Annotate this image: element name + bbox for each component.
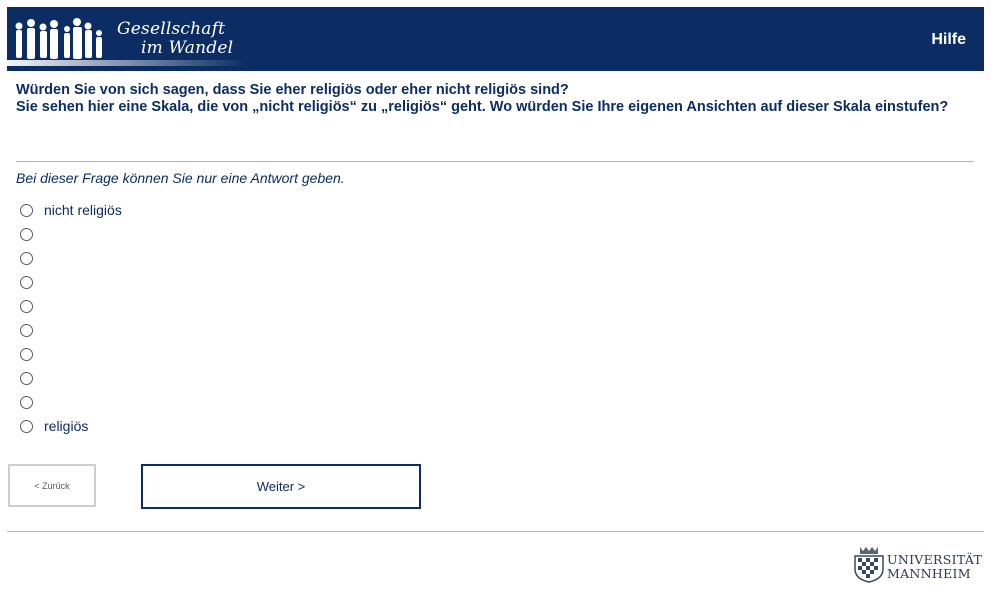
- divider: [16, 161, 974, 162]
- option-label: religiös: [44, 418, 89, 434]
- radio-button[interactable]: [20, 251, 33, 265]
- option-5[interactable]: [20, 294, 122, 318]
- footer-divider: [7, 531, 984, 532]
- answer-options: nicht religiös religiös: [20, 198, 122, 438]
- radio-button[interactable]: [20, 347, 33, 361]
- option-10[interactable]: religiös: [20, 414, 122, 438]
- header-bar: Gesellschaft im Wandel Hilfe: [7, 7, 984, 71]
- university-logo: UNIVERSITÄT MANNHEIM: [852, 545, 986, 583]
- next-button[interactable]: Weiter >: [141, 464, 421, 509]
- radio-button[interactable]: [20, 275, 33, 289]
- option-2[interactable]: [20, 222, 122, 246]
- radio-button[interactable]: [20, 323, 33, 337]
- radio-button[interactable]: [20, 371, 33, 385]
- university-name-line1: UNIVERSITÄT: [887, 552, 983, 567]
- brand-logo: Gesellschaft im Wandel: [7, 7, 247, 71]
- radio-button[interactable]: [20, 227, 33, 241]
- option-6[interactable]: [20, 318, 122, 342]
- survey-page: Gesellschaft im Wandel Hilfe Würden Sie …: [0, 0, 1008, 607]
- option-8[interactable]: [20, 366, 122, 390]
- option-label: nicht religiös: [44, 202, 122, 218]
- question-line-2: Sie sehen hier eine Skala, die von „nich…: [16, 99, 949, 115]
- question-line-1: Würden Sie von sich sagen, dass Sie eher…: [16, 82, 569, 98]
- answer-instruction: Bei dieser Frage können Sie nur eine Ant…: [16, 170, 345, 186]
- option-3[interactable]: [20, 246, 122, 270]
- brand-title-line2: im Wandel: [141, 38, 234, 58]
- option-9[interactable]: [20, 390, 122, 414]
- radio-button[interactable]: [20, 203, 33, 217]
- university-name-line2: MANNHEIM: [887, 566, 971, 581]
- option-7[interactable]: [20, 342, 122, 366]
- help-link[interactable]: Hilfe: [931, 31, 966, 49]
- back-button[interactable]: < Zurück: [8, 464, 96, 507]
- brand-title-line1: Gesellschaft: [117, 19, 226, 39]
- radio-button[interactable]: [20, 299, 33, 313]
- radio-button[interactable]: [20, 419, 33, 433]
- option-4[interactable]: [20, 270, 122, 294]
- option-1[interactable]: nicht religiös: [20, 198, 122, 222]
- university-crest-icon: [854, 547, 884, 583]
- radio-button[interactable]: [20, 395, 33, 409]
- question-text: Würden Sie von sich sagen, dass Sie eher…: [16, 82, 966, 116]
